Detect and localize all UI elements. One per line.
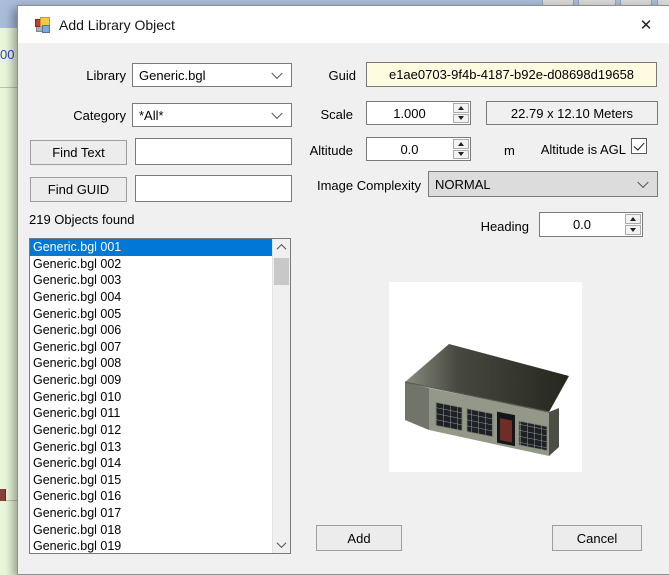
background-panel-strip (0, 0, 17, 28)
list-item[interactable]: Generic.bgl 011 (30, 405, 273, 422)
objects-found-label: 219 Objects found (29, 212, 135, 227)
scrollbar-thumb[interactable] (274, 258, 289, 285)
chevron-down-icon (271, 67, 283, 80)
library-label: Library (86, 68, 126, 83)
chevron-down-icon (637, 176, 649, 189)
library-value: Generic.bgl (139, 67, 206, 83)
list-item[interactable]: Generic.bgl 005 (30, 306, 273, 323)
scale-down-button[interactable] (453, 113, 469, 123)
guid-field: e1ae0703-9f4b-4187-b92e-d08698d19658 (366, 62, 657, 87)
list-item[interactable]: Generic.bgl 018 (30, 522, 273, 539)
object-preview-image (389, 282, 582, 472)
list-item[interactable]: Generic.bgl 016 (30, 488, 273, 505)
category-label: Category (73, 108, 126, 123)
list-item[interactable]: Generic.bgl 009 (30, 372, 273, 389)
scale-label: Scale (320, 107, 353, 122)
find-text-button[interactable]: Find Text (30, 140, 127, 165)
object-listbox: Generic.bgl 001 Generic.bgl 002 Generic.bg… (29, 238, 291, 554)
list-item[interactable]: Generic.bgl 007 (30, 339, 273, 356)
list-item[interactable]: Generic.bgl 017 (30, 505, 273, 522)
altitude-unit-label: m (504, 143, 515, 158)
background-grid-label: 00 (0, 47, 15, 62)
object-size-display: 22.79 x 12.10 Meters (486, 101, 658, 125)
altitude-stepper[interactable]: 0.0 (366, 137, 471, 161)
category-value: *All* (139, 107, 164, 123)
heading-value: 0.0 (572, 217, 592, 232)
heading-up-button[interactable] (625, 214, 641, 224)
heading-label: Heading (480, 219, 529, 234)
image-complexity-dropdown[interactable]: NORMAL (428, 171, 658, 197)
scale-stepper[interactable]: 1.000 (366, 101, 471, 125)
check-icon (633, 139, 645, 151)
add-button[interactable]: Add (316, 525, 402, 551)
add-library-object-dialog: Add Library Object ✕ Library Generic.bgl… (17, 5, 669, 575)
list-item[interactable]: Generic.bgl 003 (30, 272, 273, 289)
altitude-value: 0.0 (400, 141, 419, 157)
scale-value: 1.000 (393, 105, 426, 121)
scroll-up-icon[interactable] (273, 239, 290, 256)
list-item[interactable]: Generic.bgl 006 (30, 322, 273, 339)
find-text-input[interactable] (135, 138, 292, 165)
background-map-object (0, 489, 6, 501)
object-list: Generic.bgl 001 Generic.bgl 002 Generic.bg… (30, 239, 273, 553)
list-item[interactable]: Generic.bgl 001 (30, 239, 273, 256)
list-item[interactable]: Generic.bgl 002 (30, 256, 273, 273)
heading-down-button[interactable] (625, 225, 641, 235)
warehouse-render (404, 344, 569, 456)
list-item[interactable]: Generic.bgl 019 (30, 538, 273, 553)
screen: 00 Add Library Object ✕ Library Generic.… (0, 0, 669, 575)
list-item[interactable]: Generic.bgl 010 (30, 389, 273, 406)
list-item[interactable]: Generic.bgl 008 (30, 355, 273, 372)
library-object-icon (35, 17, 50, 33)
agl-label: Altitude is AGL (540, 142, 626, 157)
chevron-down-icon (271, 107, 283, 120)
list-item[interactable]: Generic.bgl 015 (30, 472, 273, 489)
dialog-title: Add Library Object (59, 16, 175, 33)
find-guid-button[interactable]: Find GUID (30, 177, 127, 202)
find-guid-input[interactable] (135, 175, 292, 202)
agl-checkbox[interactable] (631, 138, 647, 154)
background-grid-line (0, 87, 17, 88)
category-dropdown[interactable]: *All* (132, 103, 292, 127)
list-item[interactable]: Generic.bgl 013 (30, 439, 273, 456)
guid-label: Guid (328, 68, 356, 83)
library-dropdown[interactable]: Generic.bgl (132, 63, 292, 87)
altitude-down-button[interactable] (453, 149, 469, 159)
list-scrollbar[interactable] (272, 239, 290, 553)
close-icon[interactable]: ✕ (631, 11, 661, 38)
altitude-up-button[interactable] (453, 139, 469, 149)
titlebar[interactable]: Add Library Object ✕ (18, 6, 669, 43)
list-item[interactable]: Generic.bgl 014 (30, 455, 273, 472)
cancel-button[interactable]: Cancel (552, 525, 642, 551)
scroll-down-icon[interactable] (273, 536, 290, 553)
altitude-label: Altitude (309, 143, 353, 158)
heading-stepper[interactable]: 0.0 (539, 212, 643, 237)
image-complexity-value: NORMAL (435, 176, 491, 192)
list-item[interactable]: Generic.bgl 004 (30, 289, 273, 306)
list-item[interactable]: Generic.bgl 012 (30, 422, 273, 439)
scale-up-button[interactable] (453, 103, 469, 113)
image-complexity-label: Image Complexity (316, 178, 421, 193)
